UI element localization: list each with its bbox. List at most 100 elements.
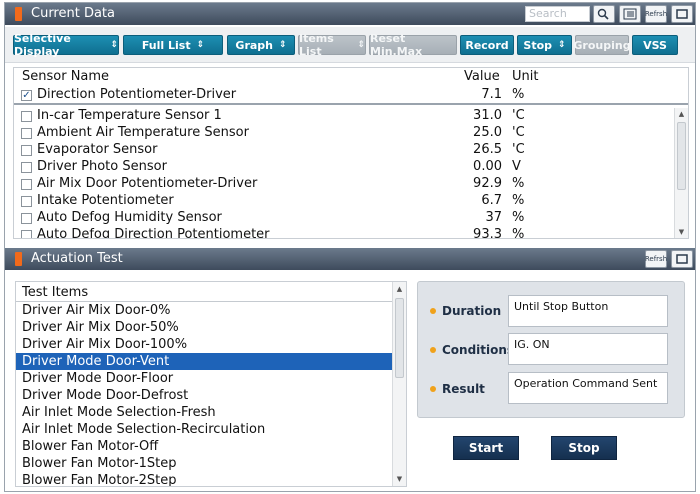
sensor-unit: % — [512, 227, 525, 238]
checkbox[interactable] — [21, 111, 32, 122]
list-item[interactable]: Blower Fan Motor-Off — [16, 438, 392, 455]
scrollbar-thumb[interactable] — [395, 298, 404, 378]
current-data-toolbar: Selective Display ⇕ Full List ⇕ Graph ⇕ Ite… — [5, 27, 695, 63]
refresh-icon[interactable]: Refrsh — [645, 5, 667, 23]
graph-button[interactable]: Graph ⇕ — [227, 35, 295, 55]
scrollbar-thumb[interactable] — [677, 122, 686, 190]
actuation-title: Actuation Test — [31, 251, 123, 266]
sensor-value: 93.3 — [473, 227, 502, 238]
checkbox[interactable] — [21, 179, 32, 190]
bullet-icon — [430, 347, 436, 353]
checkbox[interactable] — [21, 162, 32, 173]
stop-button[interactable]: Stop — [551, 436, 617, 460]
sensor-unit: 'C — [512, 108, 525, 123]
value-header: Value — [464, 69, 500, 84]
scroll-up-icon[interactable]: ▲ — [675, 110, 688, 118]
spinner-icon: ⇕ — [357, 40, 365, 50]
full-list-button[interactable]: Full List ⇕ — [123, 35, 223, 55]
table-row[interactable]: Air Mix Door Potentiometer-Driver 92.9% — [14, 176, 674, 193]
sensor-list-scrollbar[interactable]: ▲ ▼ — [674, 108, 688, 238]
stop-record-button[interactable]: Stop ⇕ — [517, 35, 572, 55]
sensor-value: 7.1 — [481, 87, 502, 102]
table-row[interactable]: Evaporator Sensor 26.5 'C — [14, 142, 674, 159]
sensor-name: Intake Potentiometer — [37, 193, 174, 208]
app-window: Current Data Search Refrsh Selective Dis… — [4, 2, 696, 492]
sensor-value: 31.0 — [473, 108, 502, 123]
sensor-name: Direction Potentiometer-Driver — [37, 87, 237, 102]
checkbox[interactable] — [21, 128, 32, 139]
table-row[interactable]: ✓ Direction Potentiometer-Driver 7.1 % — [14, 87, 674, 104]
sensor-value: 26.5 — [473, 142, 502, 157]
sensor-unit: % — [512, 87, 525, 102]
unit-header: Unit — [512, 69, 539, 84]
refresh-icon[interactable]: Refrsh — [645, 250, 667, 268]
checkbox-checked[interactable]: ✓ — [21, 90, 32, 101]
spinner-icon: ⇕ — [279, 40, 287, 50]
spinner-icon: ⇕ — [110, 40, 118, 50]
sensor-value: 0.00 — [473, 159, 502, 174]
stop-label: Stop — [523, 38, 553, 52]
flag-icon — [15, 252, 22, 266]
list-item[interactable]: Driver Mode Door-Defrost — [16, 387, 392, 404]
checkbox[interactable] — [21, 196, 32, 207]
table-row[interactable]: Intake Potentiometer 6.7% — [14, 193, 674, 210]
search-input[interactable]: Search — [525, 6, 590, 22]
selective-display-button[interactable]: Selective Display ⇕ — [13, 32, 119, 58]
list-item[interactable]: Blower Fan Motor-2Step — [16, 472, 392, 486]
table-row[interactable]: Ambient Air Temperature Sensor 25.0 'C — [14, 125, 674, 142]
conditions-label: Conditions — [430, 343, 514, 357]
table-row[interactable]: In-car Temperature Sensor 1 31.0 'C — [14, 108, 674, 125]
test-items-scrollbar[interactable]: ▲ ▼ — [392, 282, 406, 486]
fixed-row: ✓ Direction Potentiometer-Driver 7.1 % — [14, 87, 688, 105]
bullet-icon — [430, 386, 436, 392]
sensor-value: 6.7 — [481, 193, 502, 208]
sensor-name: Driver Photo Sensor — [37, 159, 167, 174]
checkbox[interactable] — [21, 145, 32, 156]
conditions-label-text: Conditions — [442, 343, 515, 357]
duration-label: Duration — [430, 304, 501, 318]
table-header: Sensor Name Value Unit — [14, 68, 688, 86]
scroll-down-icon[interactable]: ▼ — [675, 228, 688, 236]
list-item[interactable]: Driver Air Mix Door-0% — [16, 302, 392, 319]
maximize-icon[interactable] — [671, 250, 693, 268]
current-data-title: Current Data — [31, 6, 115, 21]
sensor-name-header: Sensor Name — [22, 69, 110, 84]
scroll-up-icon[interactable]: ▲ — [393, 285, 406, 293]
list-item[interactable]: Air Inlet Mode Selection-Recirculation — [16, 421, 392, 438]
checkbox[interactable] — [21, 230, 32, 238]
list-view-icon[interactable] — [619, 5, 641, 23]
table-row[interactable]: Auto Defog Humidity Sensor 37% — [14, 210, 674, 227]
test-items-list: Test Items Driver Air Mix Door-0% Driver… — [15, 281, 407, 487]
selective-display-label: Selective Display — [14, 32, 71, 58]
record-button[interactable]: Record — [460, 35, 514, 55]
items-list-button[interactable]: Items List ⇕ — [298, 32, 366, 58]
list-item[interactable]: Driver Air Mix Door-50% — [16, 319, 392, 336]
sensor-data-table: Sensor Name Value Unit ✓ Direction Poten… — [13, 67, 689, 239]
result-field: Operation Command Sent — [508, 372, 668, 404]
maximize-icon[interactable] — [671, 5, 693, 23]
list-item[interactable]: Driver Mode Door-Floor — [16, 370, 392, 387]
search-icon[interactable] — [593, 5, 615, 23]
sensor-unit: % — [512, 176, 525, 191]
list-item[interactable]: Blower Fan Motor-1Step — [16, 455, 392, 472]
grouping-button[interactable]: Grouping — [573, 35, 631, 55]
result-label: Result — [430, 382, 485, 396]
result-label-text: Result — [442, 382, 485, 396]
start-button[interactable]: Start — [453, 436, 519, 460]
sensor-name: Evaporator Sensor — [37, 142, 158, 157]
vss-button[interactable]: VSS — [632, 35, 678, 55]
table-row[interactable]: Driver Photo Sensor 0.00 V — [14, 159, 674, 176]
list-item[interactable]: Air Inlet Mode Selection-Fresh — [16, 404, 392, 421]
scroll-down-icon[interactable]: ▼ — [393, 475, 406, 483]
list-item-selected[interactable]: Driver Mode Door-Vent — [16, 353, 392, 370]
list-item[interactable]: Driver Air Mix Door-100% — [16, 336, 392, 353]
reset-minmax-button[interactable]: Reset Min.Max — [369, 32, 457, 58]
sensor-unit: % — [512, 193, 525, 208]
table-row[interactable]: Auto Defog Direction Potentiometer 93.3% — [14, 227, 674, 238]
conditions-field: IG. ON — [508, 333, 668, 365]
sensor-value: 92.9 — [473, 176, 502, 191]
duration-field: Until Stop Button — [508, 295, 668, 327]
checkbox[interactable] — [21, 213, 32, 224]
spinner-icon: ⇕ — [196, 40, 205, 50]
sensor-name: Auto Defog Direction Potentiometer — [37, 227, 270, 238]
